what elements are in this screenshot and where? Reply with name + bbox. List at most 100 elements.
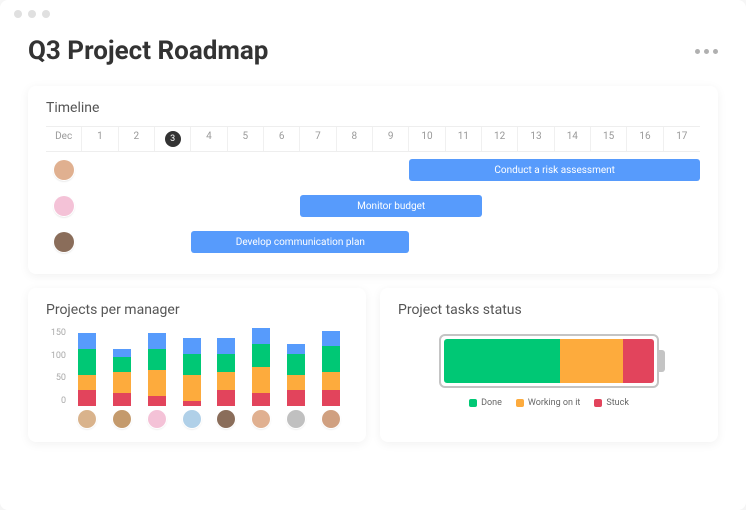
legend-stuck-label: Stuck <box>606 398 629 408</box>
ppm-segment-green <box>78 349 96 375</box>
ppm-column <box>105 349 140 428</box>
ppm-segment-yellow <box>322 372 340 390</box>
timeline-day-cell: 4 <box>191 127 227 151</box>
ppm-y-tick: 50 <box>46 373 66 383</box>
timeline-day-cell: 17 <box>664 127 700 151</box>
page-title: Q3 Project Roadmap <box>28 36 268 66</box>
ppm-bar-stack[interactable] <box>287 344 305 406</box>
ppm-column <box>209 338 244 428</box>
ppm-bar-stack[interactable] <box>217 338 235 406</box>
timeline-day-cell: 9 <box>373 127 409 151</box>
ppm-segment-red <box>78 390 96 406</box>
avatar[interactable] <box>148 410 166 428</box>
avatar[interactable] <box>287 410 305 428</box>
timeline-day-cell: 14 <box>555 127 591 151</box>
avatar[interactable] <box>54 160 74 180</box>
legend-done: Done <box>469 398 502 408</box>
timeline-day-cell: 1 <box>82 127 118 151</box>
ppm-y-tick: 100 <box>46 351 66 361</box>
timeline-bar[interactable]: Conduct a risk assessment <box>409 159 700 181</box>
timeline-day-cell: 12 <box>482 127 518 151</box>
ppm-segment-yellow <box>217 372 235 390</box>
dots-icon <box>695 49 700 54</box>
avatar[interactable] <box>78 410 96 428</box>
ppm-column <box>140 333 175 428</box>
status-legend: Done Working on it Stuck <box>469 398 629 408</box>
ppm-segment-green <box>322 346 340 372</box>
ppm-column <box>244 328 279 428</box>
ppm-column <box>174 338 209 428</box>
avatar[interactable] <box>322 410 340 428</box>
ppm-bar-stack[interactable] <box>148 333 166 406</box>
timeline-day-cell: 6 <box>264 127 300 151</box>
legend-swatch-green <box>469 399 477 407</box>
status-segment <box>560 339 623 383</box>
timeline-day-cell: 15 <box>591 127 627 151</box>
timeline-bar[interactable]: Develop communication plan <box>191 231 409 253</box>
ppm-bar-stack[interactable] <box>183 338 201 406</box>
avatar[interactable] <box>113 410 131 428</box>
legend-swatch-yellow <box>516 399 524 407</box>
ppm-segment-green <box>287 354 305 375</box>
ppm-segment-yellow <box>148 370 166 396</box>
ppm-segment-red <box>252 393 270 406</box>
ppm-segment-green <box>148 349 166 370</box>
ppm-segment-yellow <box>287 375 305 391</box>
legend-done-label: Done <box>481 398 502 408</box>
legend-working: Working on it <box>516 398 581 408</box>
timeline-day-cell: 3 <box>155 127 191 151</box>
ppm-bar-stack[interactable] <box>252 328 270 406</box>
window-dot <box>14 10 22 18</box>
timeline-day-cell: 16 <box>627 127 663 151</box>
ppm-column <box>313 331 348 428</box>
tasks-status-card: Project tasks status Done Working on it <box>380 288 718 442</box>
timeline-title: Timeline <box>46 100 700 116</box>
timeline-row: Conduct a risk assessment <box>46 152 700 188</box>
window-dot <box>28 10 36 18</box>
ppm-segment-blue <box>148 333 166 349</box>
timeline-row: Monitor budget <box>46 188 700 224</box>
ppm-segment-red <box>113 393 131 406</box>
avatar[interactable] <box>217 410 235 428</box>
ppm-column <box>279 344 314 428</box>
timeline-day-cell: 7 <box>300 127 336 151</box>
more-menu-button[interactable] <box>695 49 718 54</box>
status-title: Project tasks status <box>398 302 700 318</box>
ppm-segment-red <box>217 390 235 406</box>
ppm-bar-stack[interactable] <box>113 349 131 406</box>
ppm-bar-stack[interactable] <box>78 333 96 406</box>
avatar[interactable] <box>54 232 74 252</box>
avatar[interactable] <box>183 410 201 428</box>
ppm-segment-yellow <box>78 375 96 391</box>
legend-stuck: Stuck <box>594 398 629 408</box>
timeline-day-cell: 5 <box>228 127 264 151</box>
ppm-segment-blue <box>78 333 96 349</box>
timeline-bar[interactable]: Monitor budget <box>300 195 482 217</box>
ppm-segment-red <box>287 390 305 406</box>
ppm-segment-red <box>183 401 201 406</box>
ppm-segment-red <box>322 390 340 406</box>
ppm-title: Projects per manager <box>46 302 348 318</box>
timeline-day-cell: 10 <box>409 127 445 151</box>
ppm-columns <box>70 328 348 428</box>
ppm-segment-yellow <box>252 367 270 393</box>
ppm-segment-blue <box>322 331 340 347</box>
ppm-segment-blue <box>217 338 235 354</box>
ppm-y-tick: 150 <box>46 328 66 338</box>
avatar[interactable] <box>54 196 74 216</box>
timeline-current-day-badge: 3 <box>165 131 181 147</box>
status-segment <box>623 339 655 383</box>
ppm-segment-green <box>217 354 235 372</box>
legend-swatch-red <box>594 399 602 407</box>
ppm-segment-yellow <box>113 372 131 393</box>
projects-per-manager-card: Projects per manager 150100500 <box>28 288 366 442</box>
timeline-row: Develop communication plan <box>46 224 700 260</box>
avatar[interactable] <box>252 410 270 428</box>
ppm-segment-blue <box>287 344 305 354</box>
ppm-bar-stack[interactable] <box>322 331 340 406</box>
timeline-day-cell: 2 <box>119 127 155 151</box>
window-controls <box>0 0 746 22</box>
timeline-scale: Dec1234567891011121314151617 <box>46 126 700 152</box>
timeline-rows: Conduct a risk assessment Monitor budget D… <box>46 152 700 260</box>
timeline-month-cell: Dec <box>46 127 82 151</box>
